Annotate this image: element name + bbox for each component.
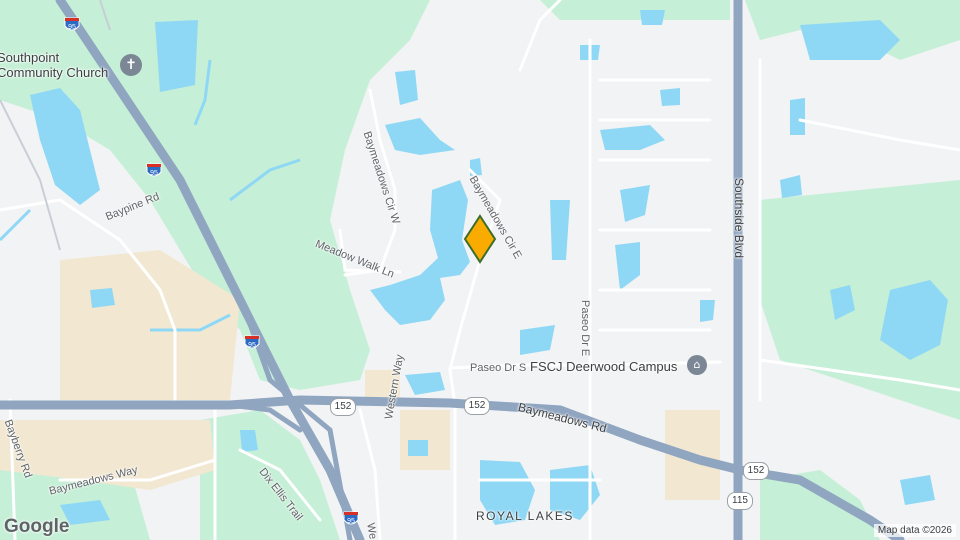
paseo-dr-e-label: Paseo Dr E (579, 300, 591, 357)
southside-blvd-label: Southside Blvd (732, 178, 746, 259)
svg-text:95: 95 (347, 518, 355, 525)
svg-text:95: 95 (68, 24, 76, 31)
sr152-shield-c: 152 (743, 462, 769, 480)
sr115-shield: 115 (727, 492, 753, 510)
i95-shield-mid: 95 (146, 163, 162, 177)
paseo-dr-s-label: Paseo Dr S (470, 362, 527, 374)
location-marker-icon[interactable] (463, 214, 497, 264)
i95-shield-top: 95 (64, 17, 80, 31)
svg-text:95: 95 (248, 342, 256, 349)
western-way-fragment-label: We (364, 522, 379, 540)
sr152-shield-a: 152 (330, 398, 356, 416)
i95-shield-low: 95 (244, 335, 260, 349)
map-base-layer (0, 0, 960, 540)
church-icon[interactable]: ✝ (120, 54, 142, 76)
i95-shield-bottom: 95 (343, 511, 359, 525)
map-canvas[interactable]: Southpoint Community Church ✝ FSCJ Deerw… (0, 0, 960, 540)
school-icon[interactable]: ⌂ (687, 355, 707, 375)
royal-lakes-label: ROYAL LAKES (476, 509, 574, 523)
fscj-label[interactable]: FSCJ Deerwood Campus (530, 359, 677, 374)
google-logo[interactable]: Google (4, 516, 69, 538)
map-attribution[interactable]: Map data ©2026 (873, 524, 956, 537)
church-label[interactable]: Southpoint Community Church (0, 50, 108, 80)
sr152-shield-b: 152 (464, 397, 490, 415)
svg-text:95: 95 (150, 170, 158, 177)
